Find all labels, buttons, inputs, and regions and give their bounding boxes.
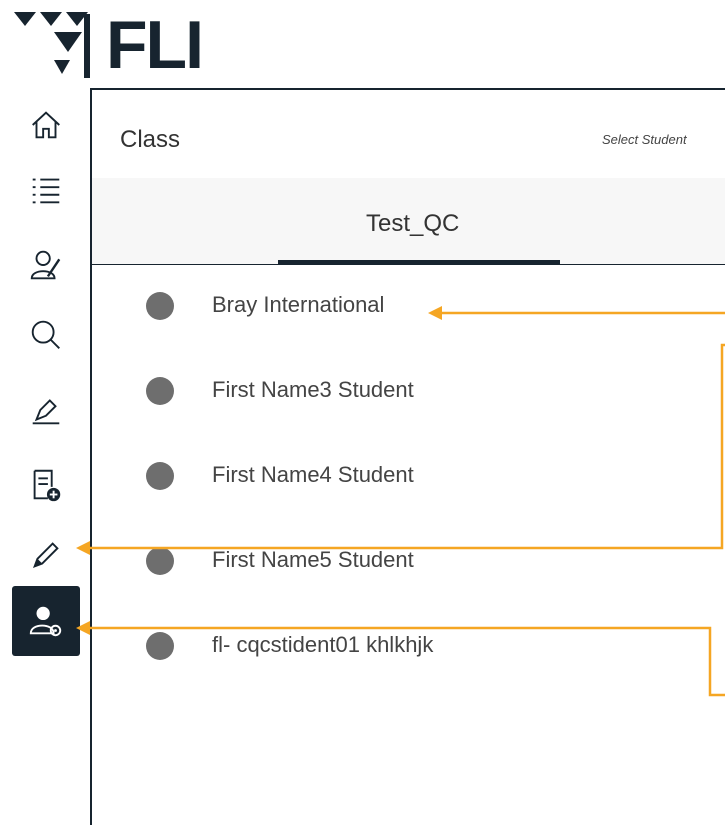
pen-icon [32, 399, 60, 425]
sidebar-item-add-document[interactable] [12, 450, 80, 520]
sidebar-item-pen[interactable] [12, 375, 80, 445]
tab-bar: Test_QC [92, 178, 725, 265]
status-dot [146, 292, 174, 320]
student-name: Bray International [212, 292, 385, 317]
sidebar-item-user-settings[interactable] [12, 586, 80, 656]
student-row[interactable]: First Name3 Student [92, 361, 725, 421]
status-dot [146, 462, 174, 490]
sidebar-item-pencil[interactable] [12, 520, 80, 590]
student-row[interactable]: First Name5 Student [92, 531, 725, 591]
panel-header: Class Select Student [92, 90, 725, 178]
student-edit-icon [30, 250, 61, 280]
status-dot [146, 632, 174, 660]
student-name: First Name5 Student [212, 547, 414, 572]
home-icon [32, 111, 60, 139]
tab-active-indicator [278, 260, 560, 264]
student-row[interactable]: Bray International [92, 276, 725, 336]
list-icon [32, 178, 60, 204]
status-dot [146, 377, 174, 405]
user-settings-icon [29, 606, 62, 637]
sidebar-item-search[interactable] [12, 300, 80, 370]
tab-test-qc[interactable]: Test_QC [366, 210, 459, 238]
student-name: fl- cqcstident01 khlkhjk [212, 632, 434, 657]
add-document-icon [33, 469, 61, 502]
student-row[interactable]: fl- cqcstident01 khlkhjk [92, 616, 725, 676]
status-dot [146, 547, 174, 575]
student-row[interactable]: First Name4 Student [92, 446, 725, 506]
logo-mark-icon [14, 12, 90, 78]
student-name: First Name4 Student [212, 462, 414, 487]
sidebar-item-student-edit[interactable] [12, 230, 80, 300]
page-title: Class [120, 126, 181, 153]
select-student-label[interactable]: Select Student [602, 132, 687, 147]
pencil-icon [32, 542, 59, 569]
sidebar-item-list[interactable] [12, 155, 80, 225]
sidebar [0, 90, 90, 825]
fli-logo: FLI [14, 4, 204, 86]
student-name: First Name3 Student [212, 377, 414, 402]
class-panel: Class Select Student Test_QC Bray Intern… [90, 88, 725, 825]
sidebar-item-home[interactable] [12, 90, 80, 160]
search-icon [31, 320, 60, 349]
logo-text: FLI [106, 7, 204, 83]
